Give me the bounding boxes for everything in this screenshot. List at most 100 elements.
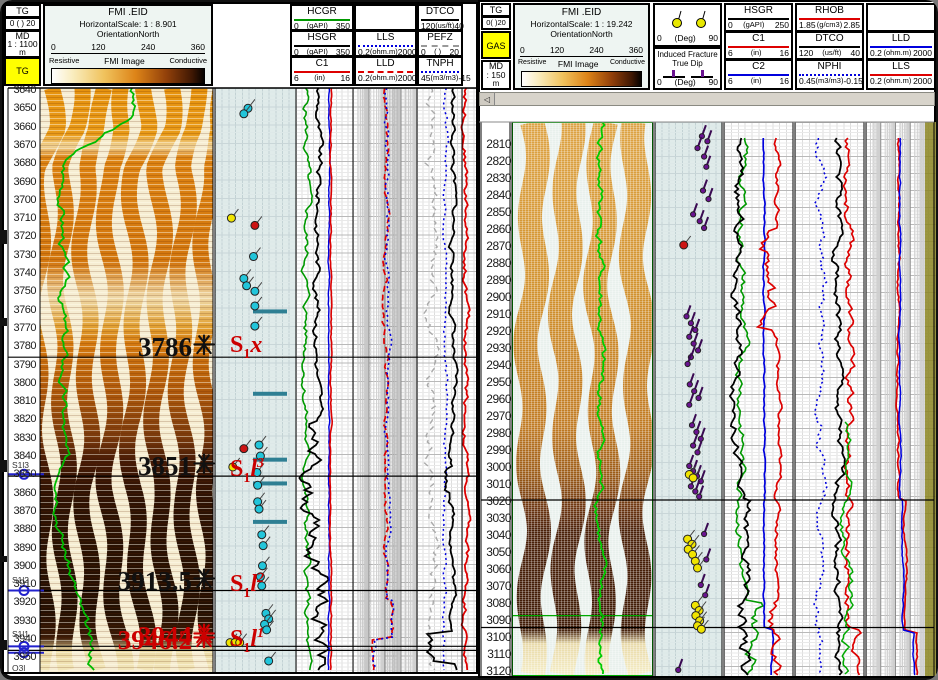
depth-label: 3650 <box>6 102 36 114</box>
curve-min: 6 <box>294 73 299 83</box>
depth-label: 3950 <box>6 651 36 663</box>
zone-label: S1l3 <box>230 452 264 491</box>
depth-label: 3740 <box>6 267 36 279</box>
right-porosity-track[interactable] <box>795 122 864 676</box>
curve-max: 2.85 <box>843 20 860 30</box>
curve-max: 2000 <box>398 73 417 83</box>
depth-annotation: 3946.2 <box>118 625 216 656</box>
left-fmi-colorbar <box>51 68 205 84</box>
curve-name: C1 <box>292 58 352 70</box>
left-fmi-scale: HorizontalScale: 1 : 8.901 <box>45 19 211 29</box>
left-tg-title-box: TG <box>4 4 41 18</box>
curve-max: 16 <box>780 76 789 86</box>
curve-name: C2 <box>726 61 791 73</box>
curve-max: 16 <box>341 73 350 83</box>
dip-top-max: 90 <box>709 33 718 43</box>
dip-top-min: 0 <box>657 33 662 43</box>
curve-scale: 0(gAPI)250 <box>726 20 791 30</box>
depth-label: 2960 <box>481 392 511 406</box>
right-dip-tadpole-track[interactable] <box>655 122 722 676</box>
curve-min: 0.2 <box>358 73 370 83</box>
right-fmi-scale: HorizontalScale: 1 : 19.242 <box>515 19 648 29</box>
depth-label: 3070 <box>481 579 511 593</box>
depth-label: 3640 <box>6 84 36 96</box>
curve-header-blank <box>866 3 936 32</box>
fmi-axis-tick: 120 <box>91 42 105 53</box>
right-gr-track[interactable] <box>724 122 793 676</box>
depth-label: 3680 <box>6 157 36 169</box>
curve-unit: (in) <box>314 73 325 83</box>
fmi-axis-tick: 0 <box>520 45 525 56</box>
right-tg-title-box: TG <box>481 3 511 17</box>
depth-annotation: 3786 <box>138 332 216 363</box>
depth-annotation: 3851 <box>138 451 216 482</box>
depth-label: 3700 <box>6 194 36 206</box>
depth-label: 3670 <box>6 139 36 151</box>
dip-bot-min: 0 <box>657 77 662 87</box>
curve-header-blank <box>354 4 417 31</box>
depth-label: 3890 <box>6 542 36 554</box>
right-lithology-strip <box>925 122 936 676</box>
curve-name: TNPH <box>419 58 461 70</box>
left-tg-flag-label: TG <box>6 66 39 76</box>
scroll-left-arrow[interactable]: ◁ <box>480 93 495 105</box>
depth-label: 3030 <box>481 511 511 525</box>
depth-label: 3820 <box>6 413 36 425</box>
right-fmi-ticks: 0120240360 <box>520 45 643 57</box>
right-fmi-title: FMI .EID <box>515 7 648 19</box>
edge-tick <box>2 556 7 562</box>
yellow-tadpole-icon <box>667 9 711 29</box>
curve-scale: 0.2(ohm.m)2000 <box>868 48 934 58</box>
depth-label: 2860 <box>481 222 511 236</box>
curve-max: 40 <box>851 48 860 58</box>
curve-header-hsgr: HSGR0(gAPI)250 <box>724 3 793 32</box>
depth-label: 3090 <box>481 613 511 627</box>
depth-label: 2910 <box>481 307 511 321</box>
dip-header-bottom: Induced Fracture True Dip 0 (Deg) 90 <box>653 47 722 90</box>
depth-label: 2870 <box>481 239 511 253</box>
depth-label: 3080 <box>481 596 511 610</box>
left-gr-track[interactable] <box>296 88 353 672</box>
curve-max: 250 <box>775 20 789 30</box>
curve-min: 6 <box>728 76 733 86</box>
dip-bot-unit: (Deg) <box>675 77 696 87</box>
depth-label: 3870 <box>6 505 36 517</box>
depth-label: 3800 <box>6 377 36 389</box>
right-fmi-header: FMI .EID HorizontalScale: 1 : 19.242 Ori… <box>513 3 650 90</box>
depth-label: 3860 <box>6 487 36 499</box>
depth-label: 3760 <box>6 304 36 316</box>
left-tg-flag[interactable]: TG <box>4 57 41 86</box>
left-edge-track <box>462 88 476 672</box>
right-tg-title: TG <box>483 5 509 15</box>
curve-scale: 1.85(g/cm3)2.85 <box>797 20 862 30</box>
fmi-axis-tick: 0 <box>51 42 56 53</box>
curve-min: 6 <box>728 48 733 58</box>
right-gas-flag-label: GAS <box>483 41 509 51</box>
curve-min: 45 <box>421 73 430 83</box>
curve-name: PEFZ <box>419 32 461 44</box>
depth-label: 2990 <box>481 443 511 457</box>
right-gas-flag[interactable]: GAS <box>481 31 511 59</box>
depth-label: 2920 <box>481 324 511 338</box>
left-resistivity-track[interactable] <box>353 88 417 672</box>
strat-marker-label: O3l <box>12 663 25 673</box>
depth-label: 3020 <box>481 494 511 508</box>
left-porosity-track[interactable] <box>417 88 462 672</box>
depth-label: 3880 <box>6 523 36 535</box>
depth-label: 3930 <box>6 615 36 627</box>
depth-label: 3780 <box>6 340 36 352</box>
curve-unit: (ohm.m) <box>370 73 398 83</box>
zone-label: S1l2 <box>230 567 264 606</box>
left-fmi-resistive: Resistive <box>49 56 79 66</box>
dip-title-line1: Induced Fracture <box>655 50 720 59</box>
depth-label: 3920 <box>6 596 36 608</box>
curve-header-lld: LLD0.2(ohm.m)2000 <box>866 31 936 60</box>
curve-header-rhob: RHOB1.85(g/cm3)2.85 <box>795 3 864 32</box>
curve-header-tnph: TNPH45(m3/m3)-15 <box>417 56 463 86</box>
curve-scale: 120(us/ft)40 <box>797 48 862 58</box>
right-horizontal-scrollbar[interactable]: ◁ <box>479 92 935 106</box>
left-fmi-ticks: 0120240360 <box>51 42 205 54</box>
depth-label: 3710 <box>6 212 36 224</box>
depth-label: 3830 <box>6 432 36 444</box>
zone-label: S1x <box>230 333 262 367</box>
